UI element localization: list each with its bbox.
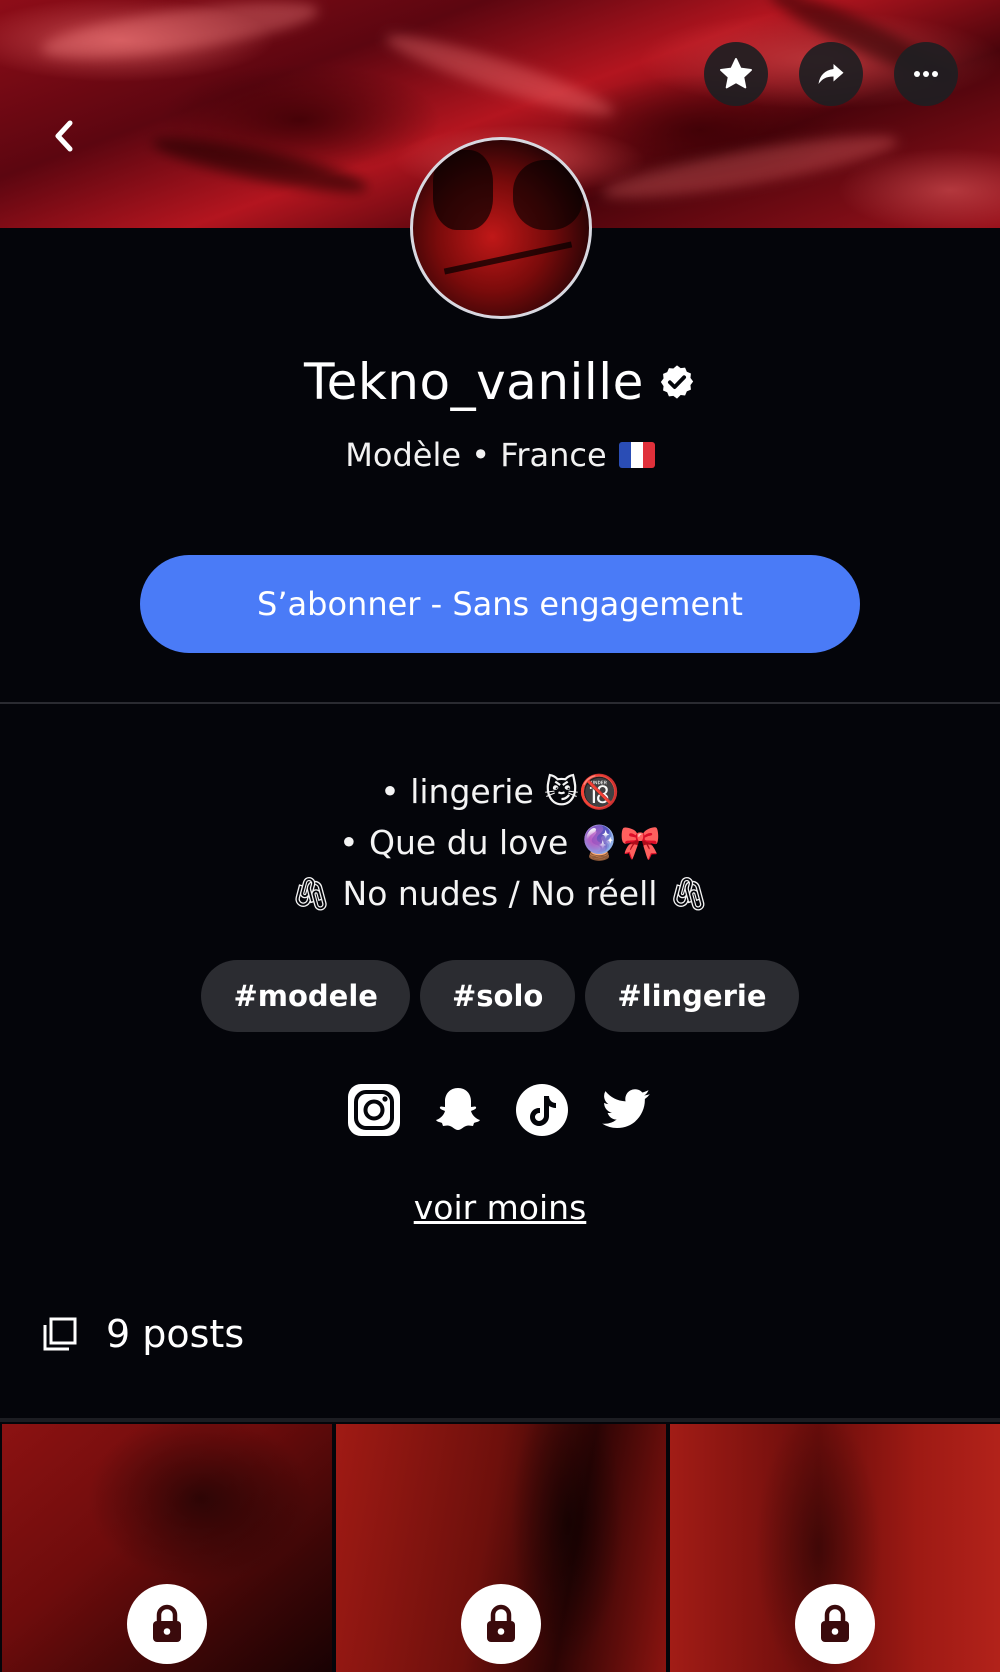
tiktok-link[interactable] <box>516 1084 568 1136</box>
see-less-link[interactable]: voir moins <box>0 1188 1000 1227</box>
france-flag-icon <box>618 442 655 468</box>
avatar[interactable] <box>410 137 592 319</box>
profile-subtitle: Modèle • France <box>0 436 1000 474</box>
lock-icon <box>487 1604 515 1642</box>
profile-name: Tekno_vanille <box>304 353 644 411</box>
section-divider <box>0 702 1000 704</box>
hashtag-list: #modele #solo #lingerie <box>0 960 1000 1032</box>
subtitle-text: Modèle • France <box>345 436 607 474</box>
favorite-button[interactable] <box>704 42 768 106</box>
locked-post-tile[interactable] <box>2 1424 332 1672</box>
back-button[interactable] <box>40 112 88 160</box>
social-links <box>0 1084 1000 1136</box>
bio-line: 🖇 No nudes / No réell 🖇 <box>290 874 710 913</box>
share-arrow-icon <box>818 64 844 84</box>
bio-line: • lingerie 😼🔞 <box>380 772 620 811</box>
snapchat-icon <box>436 1088 480 1130</box>
snapchat-link[interactable] <box>432 1084 484 1136</box>
tag-solo[interactable]: #solo <box>419 960 576 1032</box>
lock-badge <box>795 1584 875 1664</box>
twitter-icon <box>602 1089 650 1128</box>
lock-badge <box>127 1584 207 1664</box>
profile-page: Tekno_vanille Modèle • France S’abonner … <box>0 0 1000 1672</box>
profile-name-row: Tekno_vanille <box>0 350 1000 414</box>
lock-icon <box>153 1604 181 1642</box>
lock-icon <box>821 1604 849 1642</box>
subscribe-button[interactable]: S’abonner - Sans engagement <box>140 555 860 653</box>
tag-lingerie[interactable]: #lingerie <box>585 960 799 1032</box>
lock-badge <box>461 1584 541 1664</box>
ellipsis-icon <box>914 71 938 77</box>
posts-divider <box>0 1418 1000 1422</box>
verified-badge-icon <box>660 365 694 399</box>
tag-modele[interactable]: #modele <box>201 960 410 1032</box>
bio-line: • Que du love 🔮🎀 <box>339 823 661 862</box>
tiktok-icon <box>516 1084 568 1136</box>
locked-post-tile[interactable] <box>670 1424 1000 1672</box>
bio: • lingerie 😼🔞 • Que du love 🔮🎀 🖇 No nude… <box>0 766 1000 919</box>
twitter-link[interactable] <box>600 1084 652 1136</box>
chevron-left-icon <box>55 120 73 152</box>
locked-post-tile[interactable] <box>336 1424 666 1672</box>
instagram-link[interactable] <box>348 1084 400 1136</box>
instagram-icon <box>348 1084 400 1136</box>
posts-grid <box>0 1424 1000 1672</box>
posts-count: 9 posts <box>106 1312 245 1356</box>
share-button[interactable] <box>799 42 863 106</box>
more-options-button[interactable] <box>894 42 958 106</box>
posts-stack-icon <box>43 1317 77 1351</box>
posts-header: 9 posts <box>42 1312 244 1356</box>
star-icon <box>720 58 752 89</box>
